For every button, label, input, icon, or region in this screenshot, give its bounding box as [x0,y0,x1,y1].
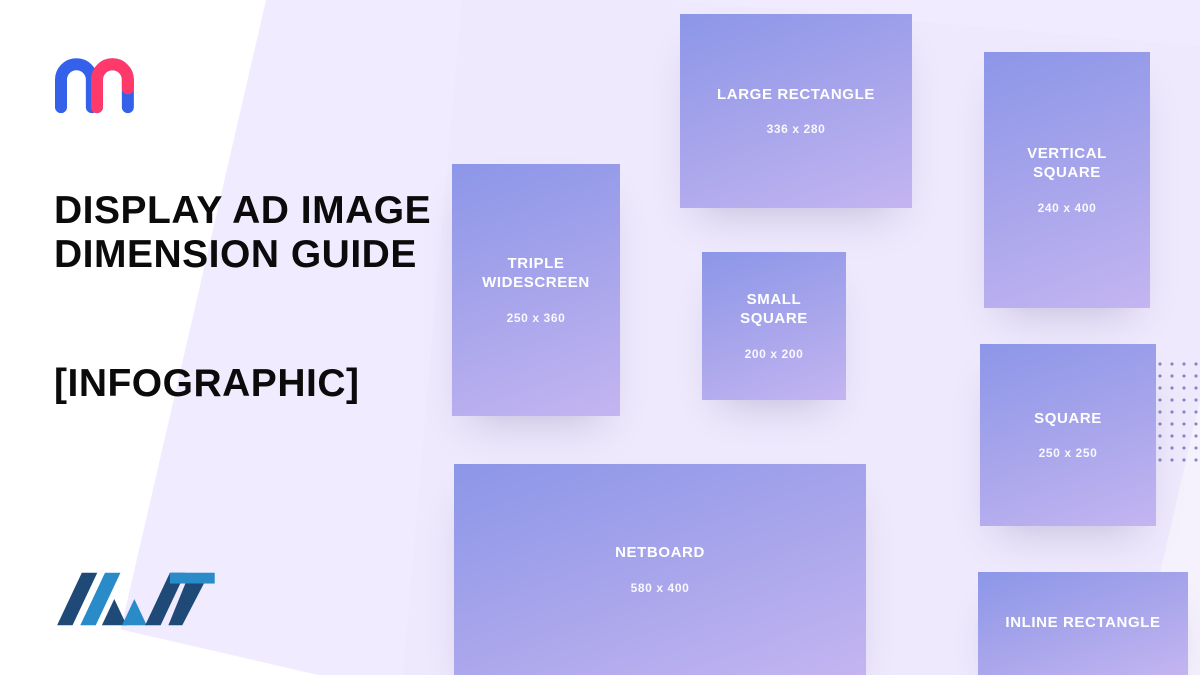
infographic-canvas: DISPLAY AD IMAGE DIMENSION GUIDE [INFOGR… [0,0,1200,675]
headline-line-2: DIMENSION GUIDE [54,233,417,276]
tile-label: LARGE RECTANGLE [703,86,889,105]
tile-label: SMALL SQUARE [702,291,846,329]
tile-label: NETBOARD [601,544,719,563]
tile-label: SQUARE [1020,410,1116,429]
subheading: [INFOGRAPHIC] [54,362,474,406]
tile-triple-widescreen: TRIPLE WIDESCREEN 250 x 360 [452,164,620,416]
tile-label: TRIPLE WIDESCREEN [452,255,620,293]
tile-dimension: 250 x 250 [1039,446,1098,460]
tile-dimension: 240 x 400 [1038,201,1097,215]
tile-vertical-square: VERTICAL SQUARE 240 x 400 [984,52,1150,308]
left-column: DISPLAY AD IMAGE DIMENSION GUIDE [INFOGR… [54,54,474,406]
headline-line-1: DISPLAY AD IMAGE [54,189,431,232]
tile-dimension: 336 x 280 [767,122,826,136]
tile-small-square: SMALL SQUARE 200 x 200 [702,252,846,400]
tile-large-rectangle: LARGE RECTANGLE 336 x 280 [680,14,912,208]
headline: DISPLAY AD IMAGE DIMENSION GUIDE [54,189,474,276]
tile-label: INLINE RECTANGLE [991,614,1174,633]
tile-inline-rectangle: INLINE RECTANGLE [978,572,1188,675]
tile-dimension: 250 x 360 [507,311,566,325]
tile-label: VERTICAL SQUARE [984,145,1150,183]
tile-square: SQUARE 250 x 250 [980,344,1156,526]
tile-dimension: 580 x 400 [631,581,690,595]
m-logo-icon [54,54,140,114]
tile-netboard: NETBOARD 580 x 400 [454,464,866,675]
tile-dimension: 200 x 200 [745,347,804,361]
mwt-logo-icon [54,565,224,633]
